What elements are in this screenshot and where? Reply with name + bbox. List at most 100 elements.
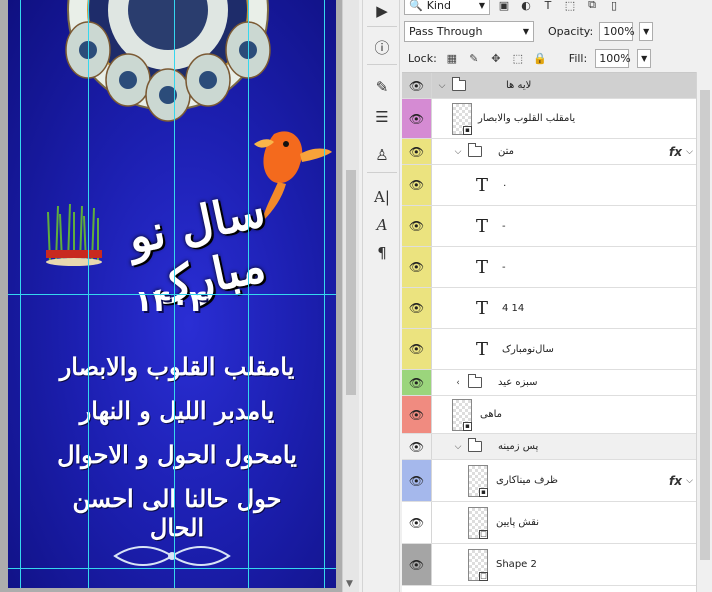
visibility-toggle[interactable]: 👁 — [402, 434, 432, 459]
eye-icon[interactable]: 👁 — [409, 408, 424, 422]
fx-icon[interactable]: fx — [669, 145, 682, 159]
prayer-line-2: یامدبر اللیل و النهار — [79, 396, 275, 425]
layer-row[interactable]: 👁 T سال‌نومبارک — [402, 329, 696, 370]
layer-row[interactable]: 👁 □ نقش پایین — [402, 502, 696, 544]
fill-label: Fill: — [568, 51, 588, 65]
eye-icon[interactable]: 👁 — [409, 79, 424, 93]
chevron-down-icon[interactable]: ⌵ — [452, 147, 464, 157]
layer-row[interactable]: 👁 ▪ ماهی — [402, 396, 696, 434]
visibility-toggle[interactable]: 👁 — [402, 165, 432, 205]
chevron-right-icon[interactable]: ‹ — [452, 378, 464, 388]
guide-horizontal[interactable] — [8, 568, 336, 569]
eye-icon[interactable]: 👁 — [409, 376, 424, 390]
brush-presets-icon[interactable]: ✎ — [369, 76, 395, 98]
eye-icon[interactable]: 👁 — [409, 474, 424, 488]
chevron-down-icon: ▼ — [522, 26, 529, 36]
visibility-toggle[interactable]: 👁 — [402, 99, 432, 138]
layer-row[interactable]: 👁 ▪ ظرف میناکاری fx ⌵ — [402, 460, 696, 502]
eye-icon[interactable]: 👁 — [409, 219, 424, 233]
visibility-toggle[interactable]: 👁 — [402, 288, 432, 328]
layer-group-row[interactable]: 👁 ⌵ پس زمینه — [402, 434, 696, 460]
layer-name: لایه ها — [506, 80, 532, 91]
layer-row[interactable]: 👁 □ Shape 2 — [402, 544, 696, 586]
eye-icon[interactable]: 👁 — [409, 260, 424, 274]
canvas-area[interactable]: سال نو مبارک ۱۴۰۴ یامقلب القلوب والابصار… — [0, 0, 342, 592]
opacity-input[interactable]: 100% — [599, 21, 635, 41]
layer-group-row[interactable]: 👁 ⌵ لایه ها — [402, 73, 696, 99]
visibility-toggle[interactable]: 👁 — [402, 370, 432, 395]
lock-transparent-pixels-icon[interactable]: ▦ — [445, 51, 459, 65]
scroll-down-arrow-icon[interactable]: ▼ — [346, 579, 353, 589]
lock-all-icon[interactable]: 🔒 — [533, 51, 547, 65]
layer-name: ماهی — [480, 409, 503, 420]
visibility-toggle[interactable]: 👁 — [402, 139, 432, 164]
chevron-down-icon[interactable]: ⌵ — [436, 81, 448, 91]
prayer-line-4: حول حالنا الی احسن الحال — [72, 484, 282, 542]
filter-toggle-icon[interactable]: ▯ — [606, 0, 622, 13]
info-icon[interactable]: ⓘ — [369, 36, 395, 58]
kind-filter-select[interactable]: 🔍 Kind ▼ — [404, 0, 490, 15]
chevron-down-icon[interactable]: ⌵ — [686, 147, 693, 157]
layers-scrollbar[interactable] — [696, 72, 712, 592]
visibility-toggle[interactable]: 👁 — [402, 247, 432, 287]
canvas-vertical-scrollbar[interactable]: ▼ — [342, 0, 359, 592]
text-layer-icon: T — [475, 215, 488, 237]
adjustments-icon[interactable]: ☰ — [369, 106, 395, 128]
layer-row[interactable]: 👁 ▪ یامقلب القلوب والابصار — [402, 99, 696, 139]
layer-name: یامقلب القلوب والابصار — [478, 113, 576, 124]
pixel-filter-icon[interactable]: ▣ — [496, 0, 512, 13]
layers-list[interactable]: 👁 ⌵ لایه ها 👁 ▪ یامقلب القلوب والابصار 👁… — [402, 72, 696, 592]
layer-name: - — [502, 261, 506, 273]
visibility-toggle[interactable]: 👁 — [402, 206, 432, 246]
smart-object-icon: ▪ — [463, 125, 472, 135]
eye-icon[interactable]: 👁 — [409, 558, 424, 572]
eye-icon[interactable]: 👁 — [409, 342, 424, 356]
text-layer-icon: T — [475, 256, 488, 278]
blend-mode-select[interactable]: Pass Through ▼ — [404, 20, 534, 42]
fill-dropdown-icon[interactable]: ▼ — [637, 48, 652, 68]
adjustment-filter-icon[interactable]: ◐ — [518, 0, 534, 13]
guide-horizontal[interactable] — [8, 294, 336, 295]
visibility-toggle[interactable]: 👁 — [402, 329, 432, 369]
fill-input[interactable]: 100% — [595, 48, 631, 68]
smart-object-filter-icon[interactable]: ⧉ — [584, 0, 600, 13]
scroll-thumb[interactable] — [346, 170, 356, 395]
character-icon[interactable]: A| — [369, 186, 395, 208]
lock-image-pixels-icon[interactable]: ✎ — [467, 51, 481, 65]
folder-icon — [468, 374, 482, 388]
type-filter-icon[interactable]: T — [540, 0, 556, 13]
eye-icon[interactable]: 👁 — [409, 145, 424, 159]
eye-icon[interactable]: 👁 — [409, 301, 424, 315]
clone-source-icon[interactable]: ♙ — [369, 144, 395, 166]
shape-filter-icon[interactable]: ⬚ — [562, 0, 578, 13]
layer-row[interactable]: 👁 T 4 14 — [402, 288, 696, 329]
lock-position-icon[interactable]: ✥ — [489, 51, 503, 65]
paragraph-icon[interactable]: ¶ — [369, 242, 395, 264]
layer-row[interactable]: 👁 T - — [402, 247, 696, 288]
play-action-icon[interactable]: ▶ — [369, 0, 395, 22]
eye-icon[interactable]: 👁 — [409, 440, 424, 454]
scroll-thumb[interactable] — [700, 90, 710, 560]
opacity-dropdown-icon[interactable]: ▼ — [639, 21, 654, 41]
layer-row[interactable]: 👁 T - — [402, 206, 696, 247]
visibility-toggle[interactable]: 👁 — [402, 502, 432, 543]
layer-row[interactable]: 👁 T ٠ — [402, 165, 696, 206]
fx-icon[interactable]: fx — [669, 474, 682, 488]
chevron-down-icon[interactable]: ⌵ — [452, 442, 464, 452]
visibility-toggle[interactable]: 👁 — [402, 73, 432, 98]
visibility-toggle[interactable]: 👁 — [402, 460, 432, 501]
lock-artboard-icon[interactable]: ⬚ — [511, 51, 525, 65]
layer-thumbnail: □ — [468, 548, 488, 581]
folder-icon — [468, 438, 482, 452]
eye-icon[interactable]: 👁 — [409, 112, 424, 126]
layer-group-row[interactable]: 👁 ‹ سبزه عید — [402, 370, 696, 396]
layer-group-row[interactable]: 👁 ⌵ متن fx ⌵ — [402, 139, 696, 165]
eye-icon[interactable]: 👁 — [409, 516, 424, 530]
document-canvas[interactable]: سال نو مبارک ۱۴۰۴ یامقلب القلوب والابصار… — [8, 0, 336, 588]
layer-name: متن — [498, 146, 514, 157]
glyphs-icon[interactable]: A — [369, 214, 395, 236]
eye-icon[interactable]: 👁 — [409, 178, 424, 192]
visibility-toggle[interactable]: 👁 — [402, 396, 432, 433]
visibility-toggle[interactable]: 👁 — [402, 544, 432, 585]
chevron-down-icon[interactable]: ⌵ — [686, 476, 693, 486]
